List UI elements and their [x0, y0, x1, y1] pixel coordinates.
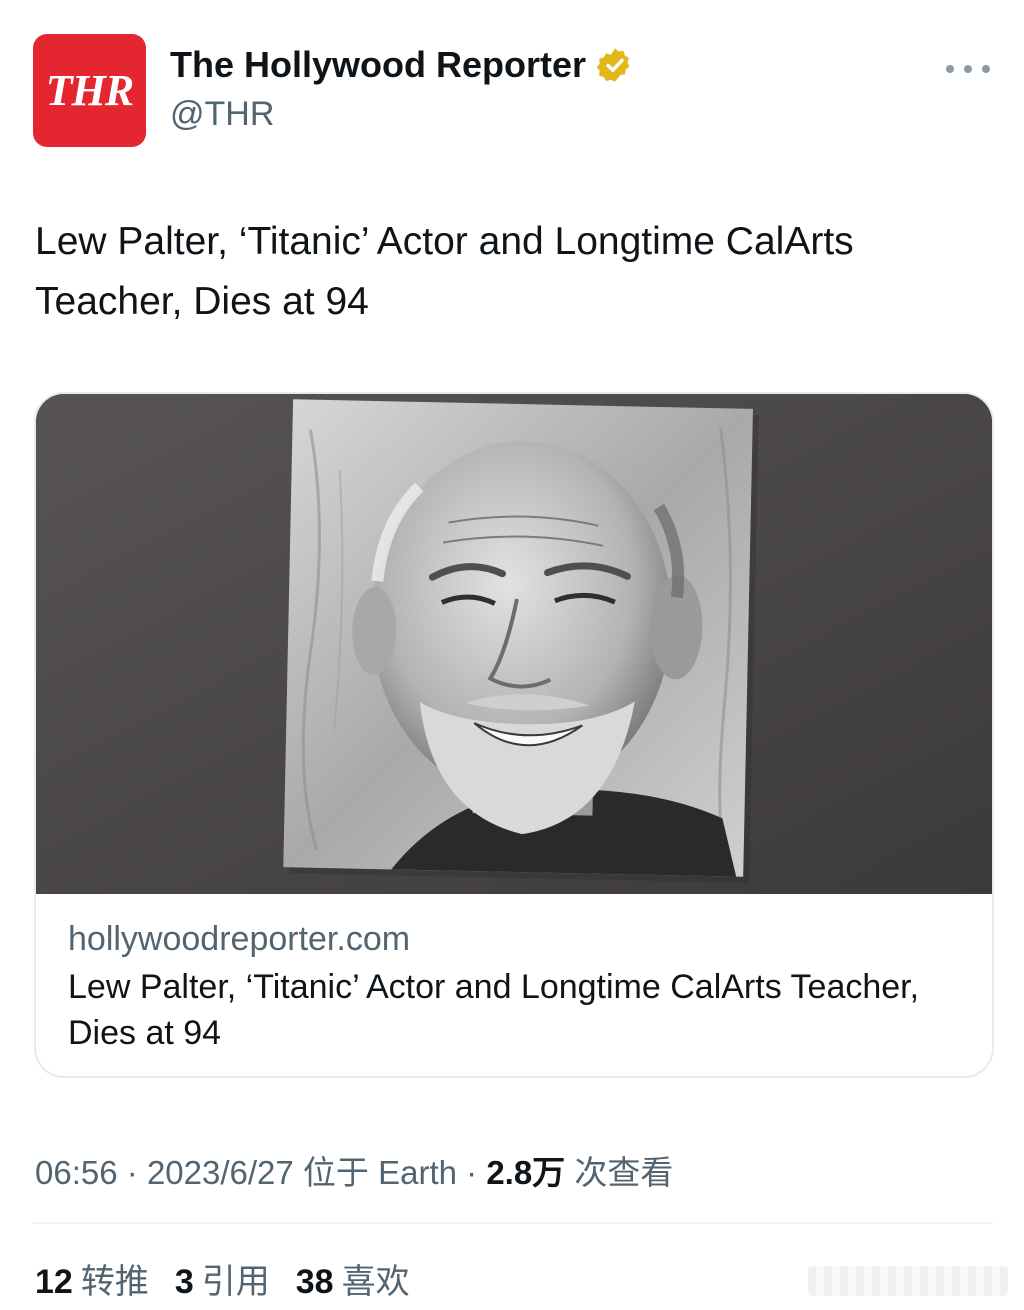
tweet-text: Lew Palter, ‘Titanic’ Actor and Longtime… — [35, 220, 854, 323]
quotes-label: 引用 — [201, 1263, 270, 1301]
views-label: 次查看 — [574, 1154, 674, 1191]
engagement-stats: 12 转推 3 引用 38 喜欢 — [35, 1254, 436, 1303]
tweet-time[interactable]: 06:56 — [35, 1154, 118, 1191]
retweets-label: 转推 — [80, 1263, 149, 1301]
meta-separator: · — [126, 1154, 138, 1191]
divider — [33, 1222, 993, 1224]
views-count: 2.8万 — [486, 1154, 566, 1191]
tweet-location: 位于 Earth — [302, 1154, 457, 1191]
likes-count: 38 — [295, 1263, 334, 1301]
display-name-row[interactable]: The Hollywood Reporter — [170, 44, 634, 86]
tweet-date[interactable]: 2023/6/27 — [147, 1154, 294, 1191]
card-title: Lew Palter, ‘Titanic’ Actor and Longtime… — [68, 968, 920, 1052]
avatar-logo-text: THR — [45, 66, 134, 115]
likes-label: 喜欢 — [341, 1263, 410, 1301]
account-handle[interactable]: @THR — [170, 95, 274, 134]
portrait-photo — [36, 394, 992, 894]
link-preview-card[interactable]: hollywoodreporter.com Lew Palter, ‘Titan… — [34, 392, 994, 1078]
verified-badge-icon — [596, 46, 634, 84]
display-name[interactable]: The Hollywood Reporter — [170, 44, 586, 86]
watermark — [808, 1266, 1008, 1296]
more-options-icon[interactable] — [946, 62, 990, 76]
tweet-meta: 06:56 · 2023/6/27 位于 Earth · 2.8万 次查看 — [35, 1146, 673, 1194]
likes-stat[interactable]: 38 喜欢 — [296, 1254, 410, 1303]
retweets-count: 12 — [35, 1263, 73, 1301]
card-domain: hollywoodreporter.com — [68, 920, 411, 958]
card-image[interactable] — [36, 394, 992, 894]
meta-separator: · — [466, 1154, 478, 1191]
quotes-count: 3 — [174, 1263, 194, 1301]
avatar[interactable]: THR — [33, 34, 146, 147]
retweets-stat[interactable]: 12 转推 — [35, 1254, 149, 1303]
quotes-stat[interactable]: 3 引用 — [175, 1254, 270, 1303]
